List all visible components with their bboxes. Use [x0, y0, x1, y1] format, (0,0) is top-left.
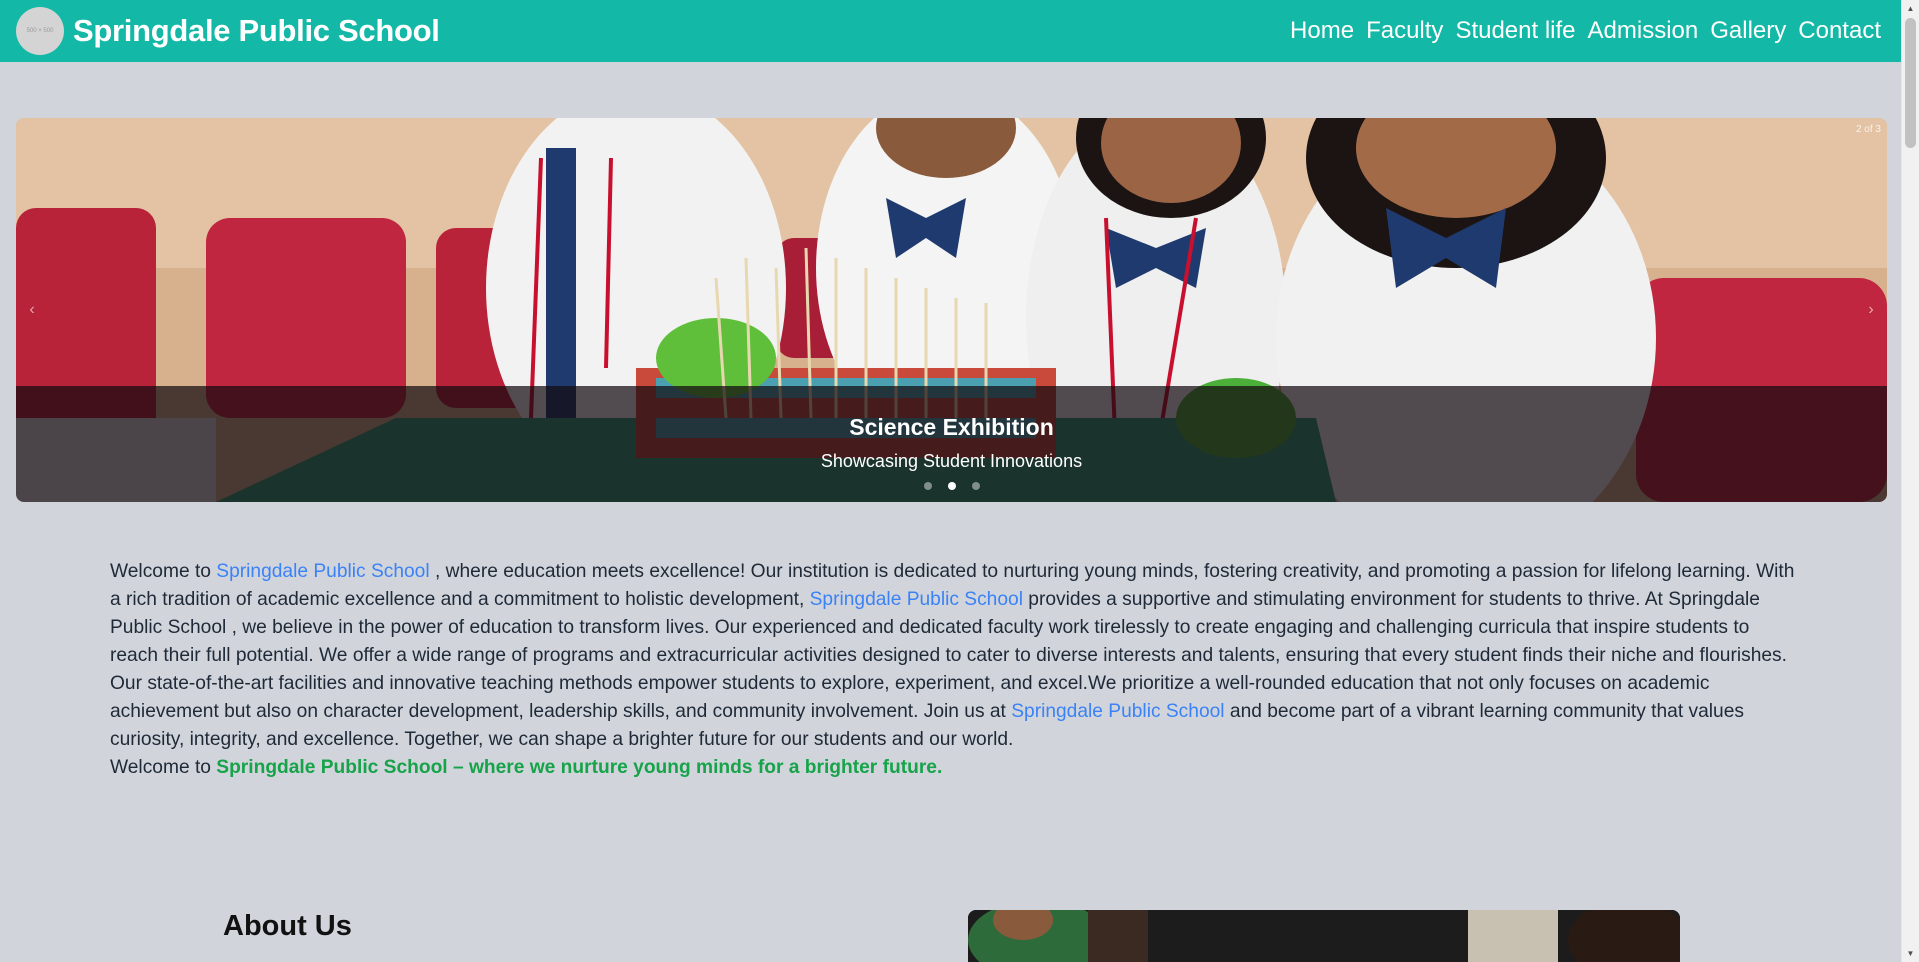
- navbar: 500 × 500 Springdale Public School Home …: [0, 0, 1901, 62]
- welcome-tagline: Springdale Public School – where we nurt…: [216, 757, 943, 778]
- scroll-down-icon[interactable]: ▼: [1902, 945, 1919, 962]
- carousel-dots: [923, 482, 980, 490]
- school-name-highlight: Springdale Public School: [1011, 701, 1225, 722]
- school-name-highlight: Springdale Public School: [809, 589, 1023, 610]
- about-us-heading: About Us: [223, 910, 352, 942]
- nav-student-life[interactable]: Student life: [1449, 17, 1581, 45]
- nav-home[interactable]: Home: [1284, 17, 1360, 45]
- nav-gallery[interactable]: Gallery: [1704, 17, 1792, 45]
- welcome-text-a: Welcome to: [110, 561, 217, 582]
- carousel-dot-1[interactable]: [923, 482, 932, 490]
- about-image-graphic: [968, 910, 1680, 962]
- school-logo[interactable]: 500 × 500: [16, 7, 64, 55]
- school-name-highlight: Springdale Public School: [216, 561, 430, 582]
- caption-title: Science Exhibition: [849, 414, 1054, 440]
- welcome-tagline-prefix: Welcome to: [110, 757, 217, 778]
- nav-links: Home Faculty Student life Admission Gall…: [1284, 17, 1887, 45]
- nav-admission[interactable]: Admission: [1582, 17, 1705, 45]
- image-carousel: 2 of 3 ‹ › Science Exhibition Showcasing…: [16, 118, 1887, 502]
- scroll-thumb[interactable]: [1905, 18, 1916, 148]
- nav-contact[interactable]: Contact: [1792, 17, 1887, 45]
- carousel-dot-2[interactable]: [947, 482, 956, 490]
- slide-counter: 2 of 3: [1855, 124, 1881, 135]
- welcome-tagline-line: Welcome to Springdale Public School – wh…: [110, 754, 1800, 782]
- scroll-up-icon[interactable]: ▲: [1902, 0, 1919, 17]
- page-scrollbar[interactable]: ▲ ▼: [1901, 0, 1919, 962]
- brand-title[interactable]: Springdale Public School: [73, 13, 440, 49]
- nav-faculty[interactable]: Faculty: [1360, 17, 1449, 45]
- caption-subtitle: Showcasing Student Innovations: [820, 451, 1083, 471]
- welcome-section: Welcome to Springdale Public School , wh…: [110, 558, 1800, 782]
- carousel-next-icon[interactable]: ›: [1859, 298, 1883, 322]
- welcome-paragraph: Welcome to Springdale Public School , wh…: [110, 558, 1800, 754]
- carousel-dot-3[interactable]: [971, 482, 980, 490]
- about-us-image: [968, 910, 1680, 962]
- carousel-prev-icon[interactable]: ‹: [20, 298, 44, 322]
